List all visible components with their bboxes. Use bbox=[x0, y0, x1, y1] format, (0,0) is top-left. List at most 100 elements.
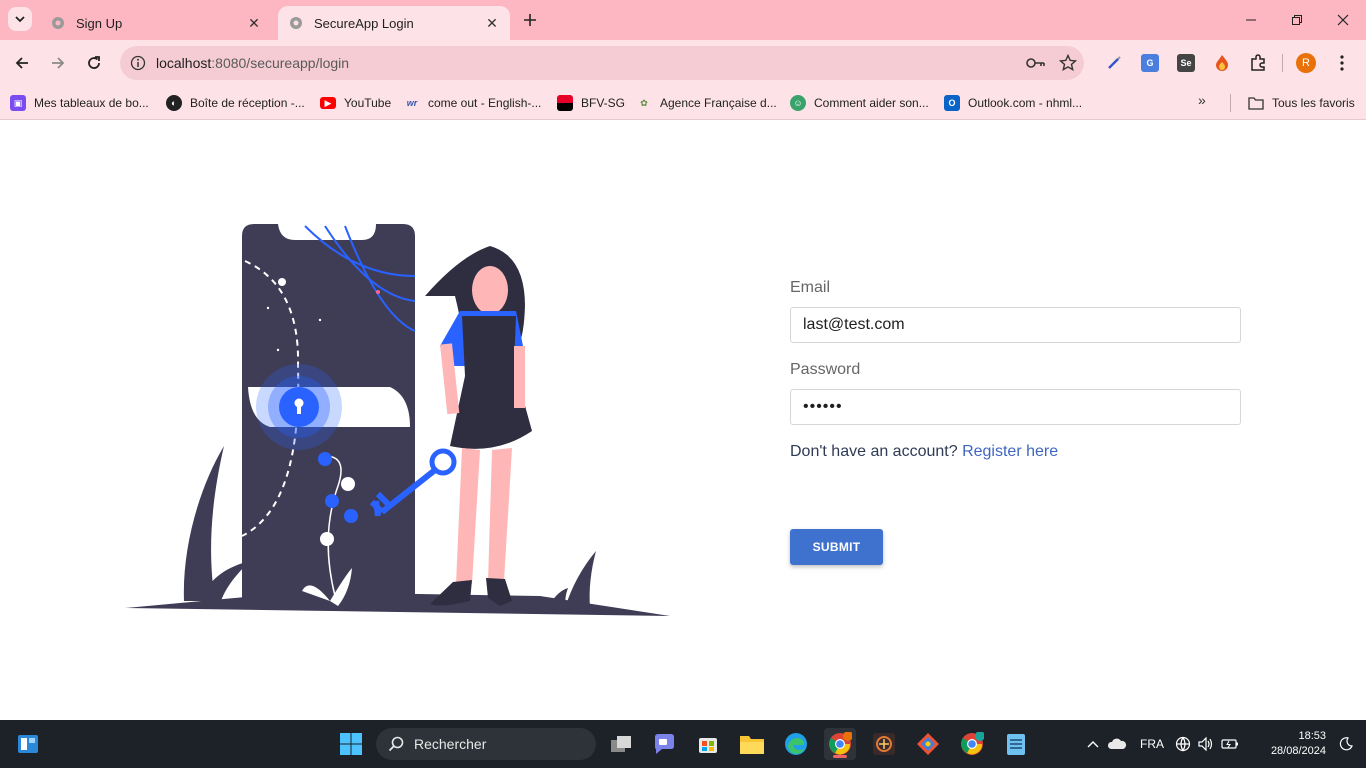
bookmark-label: BFV-SG bbox=[581, 96, 626, 110]
bookmark-item[interactable]: ✿ Agence Française d... bbox=[636, 93, 777, 113]
tray-overflow-chevron-icon[interactable] bbox=[1084, 740, 1102, 748]
chat-icon bbox=[655, 734, 674, 754]
game-app-button[interactable] bbox=[868, 728, 900, 760]
key-icon bbox=[429, 448, 457, 476]
notepad-button[interactable] bbox=[1000, 728, 1032, 760]
pen-extension-icon[interactable] bbox=[1096, 48, 1132, 78]
site-info-icon[interactable] bbox=[120, 55, 156, 71]
network-globe-icon[interactable] bbox=[1172, 736, 1194, 752]
password-label: Password bbox=[790, 361, 861, 378]
bookmark-item[interactable]: ▶ YouTube bbox=[320, 93, 391, 113]
password-group: Password bbox=[790, 361, 1241, 425]
clock-time: 18:53 bbox=[1298, 730, 1326, 742]
bookmark-star-icon[interactable] bbox=[1052, 46, 1084, 80]
url-host: localhost bbox=[156, 55, 212, 71]
volume-icon[interactable] bbox=[1194, 737, 1218, 751]
selenium-ide-icon[interactable]: Se bbox=[1168, 48, 1204, 78]
tab-sign-up[interactable]: Sign Up ✕ bbox=[40, 6, 272, 40]
restore-button[interactable] bbox=[1274, 0, 1320, 40]
bookmark-label: Outlook.com - nhml... bbox=[968, 96, 1083, 110]
password-field[interactable] bbox=[790, 389, 1241, 425]
onedrive-icon[interactable] bbox=[1102, 737, 1132, 751]
system-clock[interactable]: 18:53 28/08/2024 bbox=[1256, 729, 1326, 759]
store-button[interactable] bbox=[692, 728, 724, 760]
avatar: R bbox=[1296, 53, 1316, 73]
widgets-icon bbox=[18, 735, 38, 753]
notepad-icon bbox=[1007, 734, 1025, 755]
widgets-button[interactable] bbox=[12, 728, 44, 760]
notifications-button[interactable] bbox=[1330, 728, 1362, 760]
chrome-profile-h-button[interactable] bbox=[956, 728, 988, 760]
trello-icon: ▣ bbox=[10, 95, 26, 111]
close-window-button[interactable] bbox=[1320, 0, 1366, 40]
bookmark-item[interactable]: wr come out - English-... bbox=[404, 93, 542, 113]
git-tool-button[interactable] bbox=[912, 728, 944, 760]
chrome-icon bbox=[961, 732, 984, 755]
start-button[interactable] bbox=[335, 728, 367, 760]
bookmarks-divider bbox=[1230, 94, 1231, 112]
task-view-icon bbox=[611, 736, 631, 752]
close-icon[interactable]: ✕ bbox=[246, 15, 262, 31]
bookmark-item[interactable]: ◐ Boîte de réception -... bbox=[166, 93, 305, 113]
tab-title: SecureApp Login bbox=[314, 15, 414, 31]
chrome-profile-r-button[interactable] bbox=[824, 728, 856, 760]
bookmark-item[interactable]: BFV-SG bbox=[557, 93, 625, 113]
email-field[interactable] bbox=[790, 307, 1241, 343]
bookmark-item[interactable]: O Outlook.com - nhml... bbox=[944, 93, 1082, 113]
file-explorer-button[interactable] bbox=[736, 728, 768, 760]
close-icon bbox=[1337, 14, 1349, 26]
taskbar-search[interactable]: Rechercher bbox=[376, 728, 596, 760]
email-group: Email bbox=[790, 279, 1241, 343]
bookmarks-bar: ▣ Mes tableaux de bo... ◐ Boîte de récep… bbox=[0, 86, 1366, 120]
window-controls bbox=[1228, 0, 1366, 40]
battery-icon[interactable] bbox=[1218, 738, 1242, 750]
tab-search-button[interactable] bbox=[8, 7, 32, 31]
reload-button[interactable] bbox=[82, 51, 106, 75]
arrow-left-icon bbox=[15, 57, 28, 69]
globe-icon bbox=[50, 15, 66, 31]
kebab-menu-icon bbox=[1340, 55, 1344, 71]
bookmark-label: Mes tableaux de bo... bbox=[34, 96, 149, 110]
edge-icon bbox=[785, 733, 807, 755]
edge-button[interactable] bbox=[780, 728, 812, 760]
close-icon[interactable]: ✕ bbox=[484, 15, 500, 31]
chevron-down-icon bbox=[15, 16, 25, 23]
new-tab-button[interactable] bbox=[518, 8, 542, 32]
bookmark-item[interactable]: ☺ Comment aider son... bbox=[790, 93, 929, 113]
extensions-puzzle-icon[interactable] bbox=[1240, 48, 1276, 78]
site-icon: ☺ bbox=[790, 95, 806, 111]
back-button[interactable] bbox=[10, 51, 34, 75]
teams-chat-button[interactable] bbox=[648, 728, 680, 760]
url-path: :8080/secureapp/login bbox=[211, 55, 350, 71]
menu-button[interactable] bbox=[1324, 48, 1360, 78]
tab-strip: Sign Up ✕ SecureApp Login ✕ bbox=[0, 0, 1366, 40]
wordreference-icon: wr bbox=[406, 98, 418, 108]
register-prompt-text: Don't have an account? bbox=[790, 443, 958, 460]
password-key-icon[interactable] bbox=[1020, 46, 1052, 80]
tab-secureapp-login[interactable]: SecureApp Login ✕ bbox=[278, 6, 510, 40]
bookmark-item[interactable]: ▣ Mes tableaux de bo... bbox=[10, 93, 149, 113]
task-view-button[interactable] bbox=[605, 728, 637, 760]
sg-bank-icon bbox=[557, 95, 573, 111]
login-form: Email Password Don't have an account? Re… bbox=[790, 279, 1241, 565]
windows-icon bbox=[340, 733, 362, 755]
bookmarks-overflow-icon[interactable]: » bbox=[1198, 92, 1206, 108]
address-bar[interactable]: localhost:8080/secureapp/login bbox=[120, 46, 1084, 80]
submit-button[interactable]: SUBMIT bbox=[790, 529, 883, 565]
git-tool-icon bbox=[917, 733, 939, 755]
minimize-button[interactable] bbox=[1228, 0, 1274, 40]
reload-icon bbox=[88, 56, 100, 69]
url-text: localhost:8080/secureapp/login bbox=[156, 55, 1020, 71]
profile-button[interactable]: R bbox=[1288, 48, 1324, 78]
register-link[interactable]: Register here bbox=[962, 443, 1058, 460]
restore-icon bbox=[1292, 15, 1302, 25]
bookmark-label: YouTube bbox=[344, 96, 392, 110]
browser-toolbar: localhost:8080/secureapp/login G Se R bbox=[0, 40, 1366, 86]
language-indicator[interactable]: FRA bbox=[1132, 737, 1172, 751]
search-placeholder: Rechercher bbox=[414, 736, 487, 752]
fire-extension-icon[interactable] bbox=[1204, 48, 1240, 78]
all-bookmarks-button[interactable]: Tous les favoris bbox=[1248, 93, 1355, 113]
security-illustration bbox=[125, 224, 670, 616]
google-translate-icon[interactable]: G bbox=[1132, 48, 1168, 78]
forward-button[interactable] bbox=[46, 51, 70, 75]
